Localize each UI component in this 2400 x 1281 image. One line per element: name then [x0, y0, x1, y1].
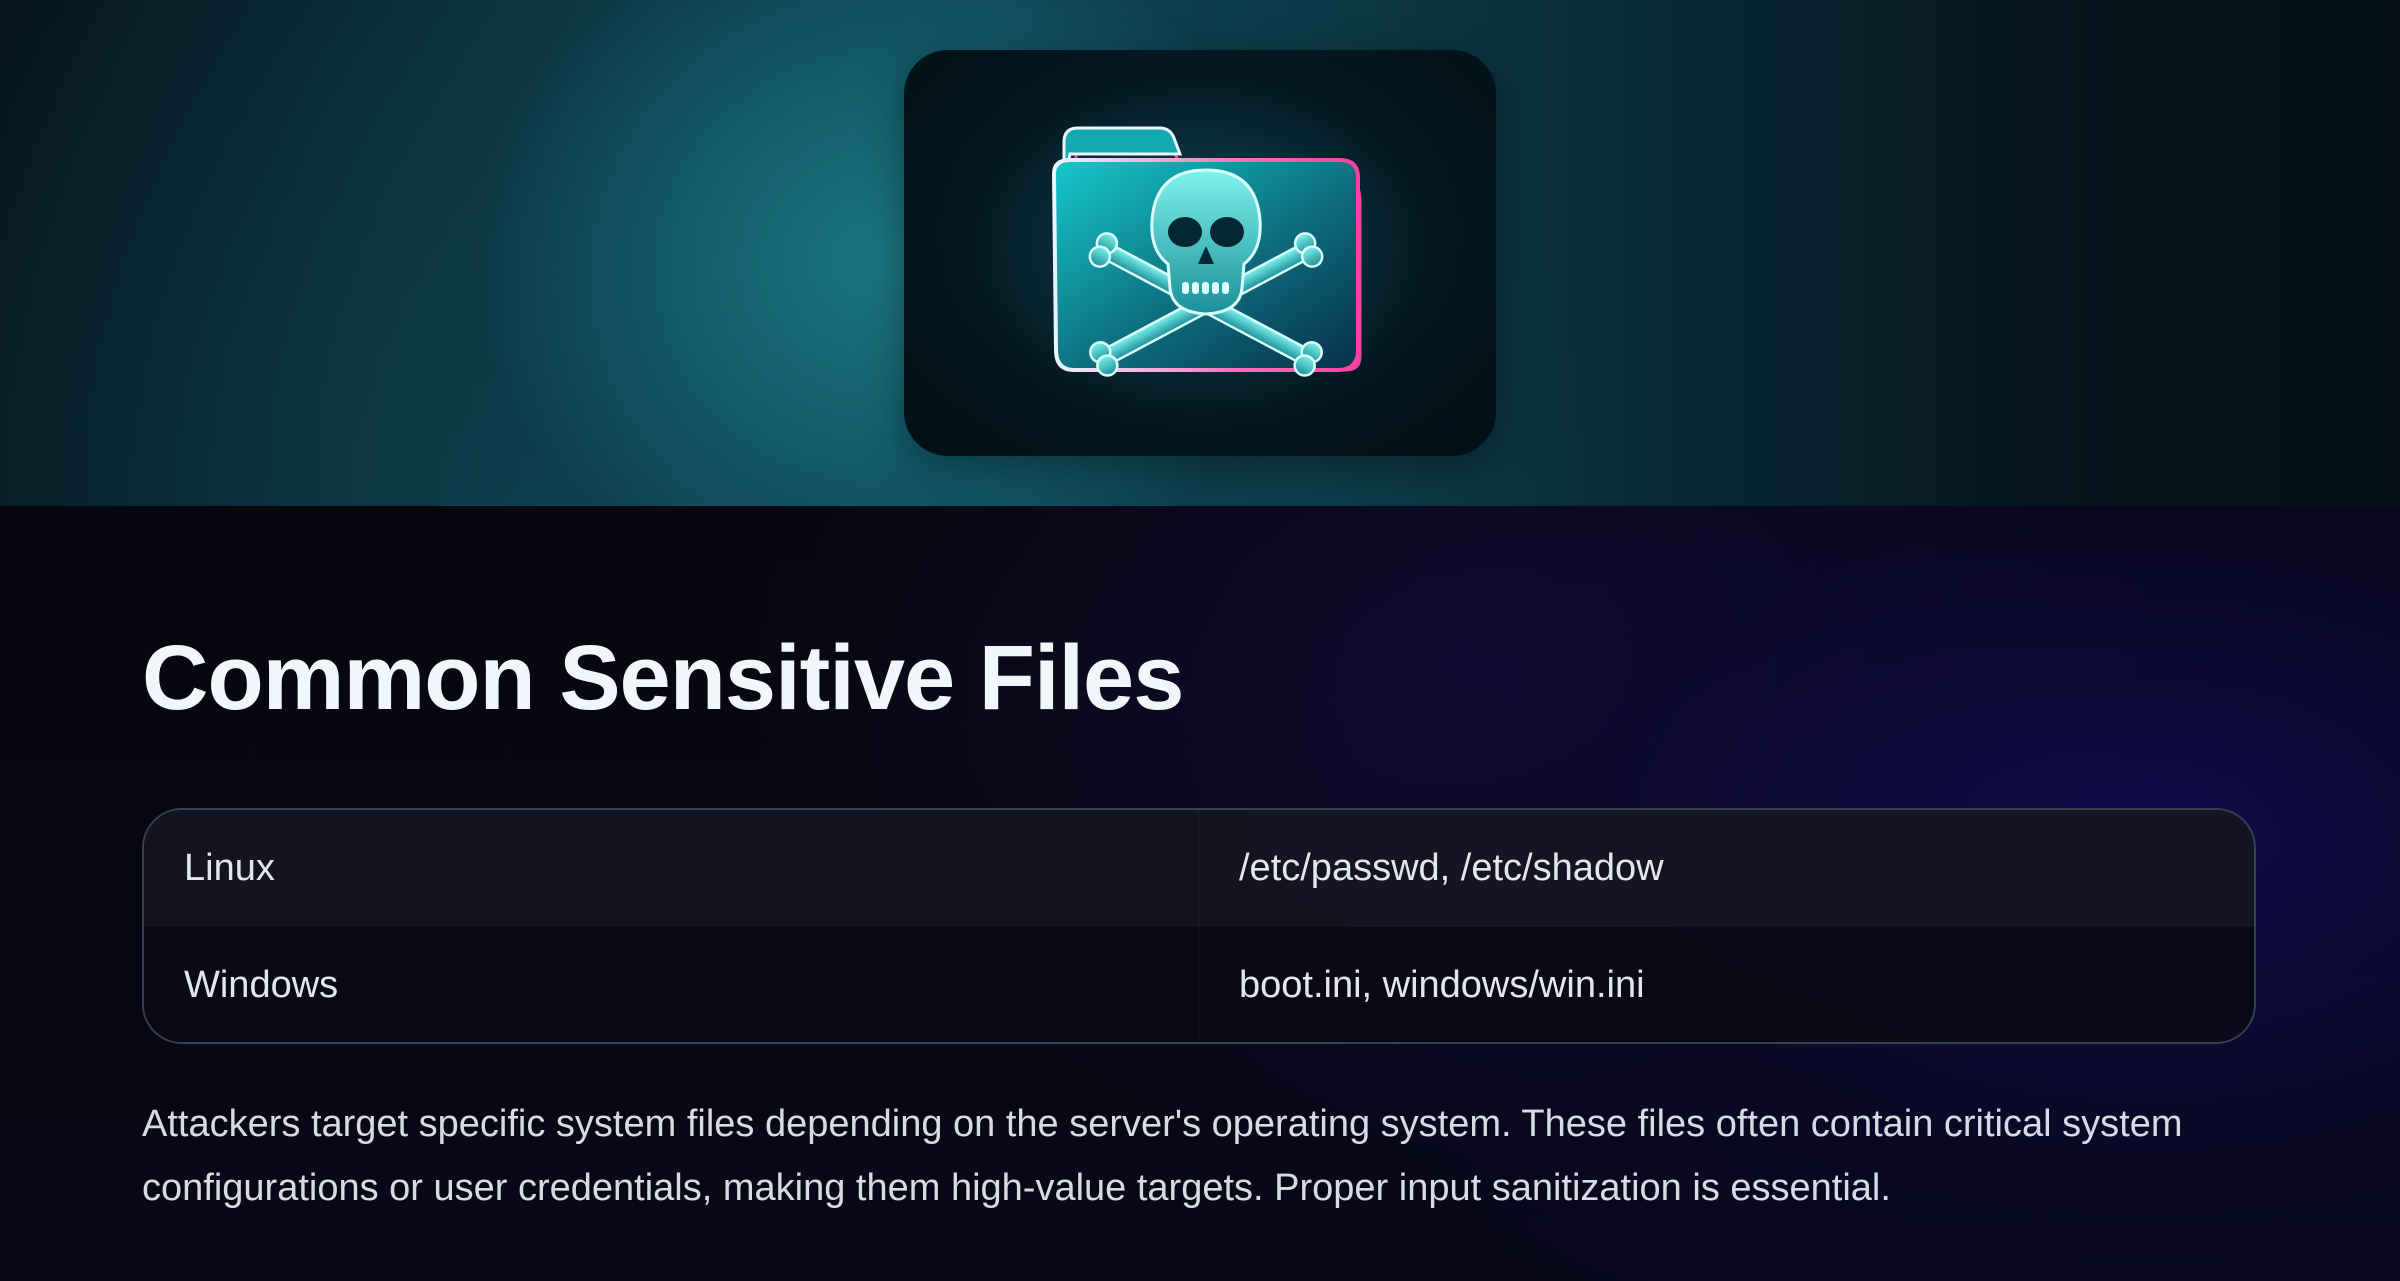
sensitive-files-table: Linux /etc/passwd, /etc/shadow Windows b…: [142, 808, 2256, 1044]
hero-icon-card: [904, 50, 1496, 456]
table-row: Windows boot.ini, windows/win.ini: [144, 927, 2254, 1042]
page-title: Common Sensitive Files: [142, 627, 1184, 729]
skull-crossbones-folder-icon: [970, 80, 1430, 420]
os-cell: Linux: [144, 810, 1199, 927]
files-cell: boot.ini, windows/win.ini: [1239, 964, 1645, 1006]
hero-banner: [0, 0, 2400, 506]
files-cell: /etc/passwd, /etc/shadow: [1239, 847, 1664, 889]
table-row: Linux /etc/passwd, /etc/shadow: [144, 810, 2254, 927]
os-cell: Windows: [144, 927, 1199, 1042]
description-paragraph: Attackers target specific system files d…: [142, 1103, 2183, 1209]
content-section: Common Sensitive Files Linux /etc/passwd…: [0, 506, 2400, 1281]
